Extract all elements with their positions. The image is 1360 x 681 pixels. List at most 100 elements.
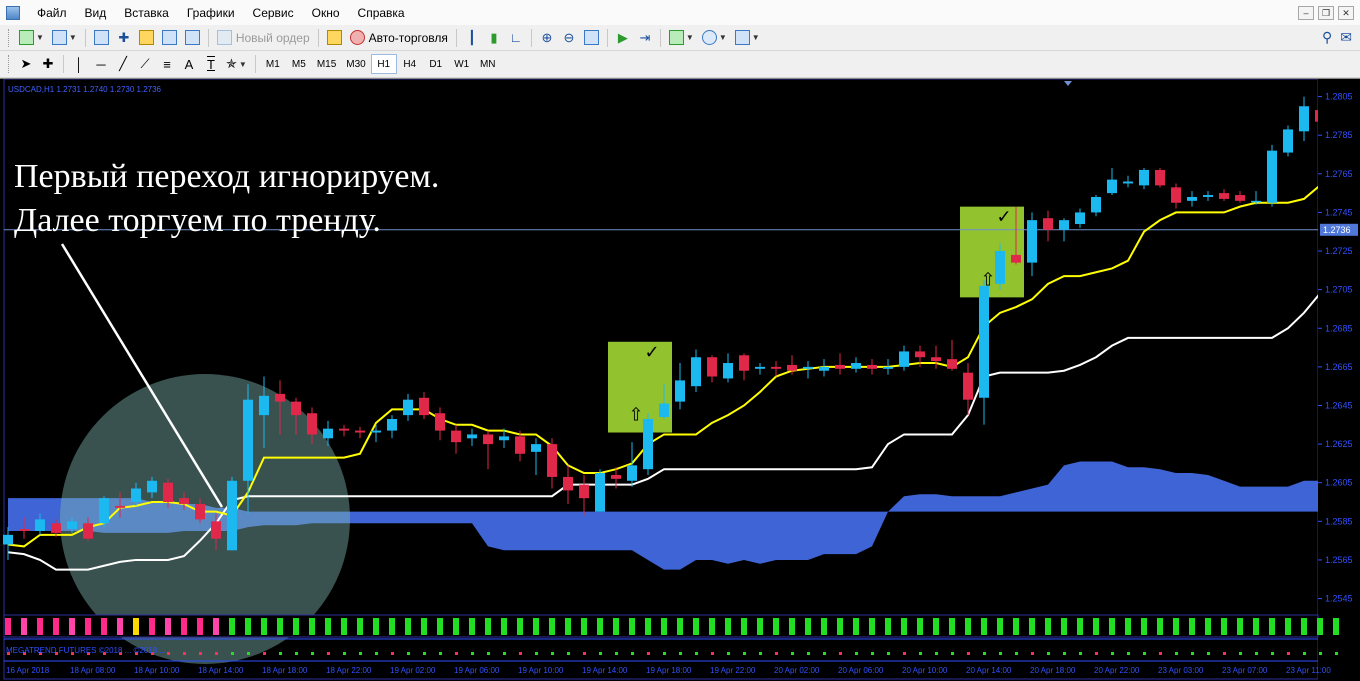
candle-body — [1155, 169, 1165, 186]
candle-chart-button[interactable]: ▮ — [483, 27, 505, 49]
menu-view[interactable]: Вид — [76, 0, 116, 26]
candle-body — [563, 476, 573, 491]
chart-shift-button[interactable]: ⇥ — [634, 27, 656, 49]
indicator-bar — [117, 618, 123, 635]
menu-insert[interactable]: Вставка — [115, 0, 178, 26]
market-watch-button[interactable] — [90, 27, 113, 49]
menu-window[interactable]: Окно — [303, 0, 349, 26]
indicators-button[interactable]: ▼ — [665, 27, 698, 49]
periods-button[interactable]: ▼ — [698, 27, 731, 49]
indicator-bar — [389, 618, 395, 635]
navigator-button[interactable] — [135, 27, 158, 49]
timeframe-h1[interactable]: H1 — [370, 54, 397, 74]
indicator-bar — [229, 618, 235, 635]
time-tick-label: 20 Apr 22:00 — [1094, 666, 1140, 675]
price-tick-label: 1.2745 — [1325, 207, 1353, 217]
chart-window[interactable]: ⇧ ✓ ⇧ ✓ 1.2805 1.2785 1.2765 1.2745 1.2725 1.2705… — [0, 78, 1360, 681]
indicator-bar — [613, 618, 619, 635]
candle-body — [3, 534, 13, 545]
terminal-button[interactable] — [158, 27, 181, 49]
app-icon — [6, 5, 20, 20]
zoom-out-button[interactable]: ⊖ — [558, 27, 580, 49]
candle-body — [195, 503, 205, 520]
cursor-button[interactable]: ➤ — [15, 53, 37, 75]
signal-dot — [1239, 652, 1242, 655]
profiles-button[interactable]: ▼ — [48, 27, 81, 49]
price-tick-label: 1.2805 — [1325, 92, 1353, 102]
timeframe-w1[interactable]: W1 — [449, 54, 475, 74]
restore-icon[interactable]: ❐ — [1318, 5, 1334, 20]
templates-button[interactable]: ▼ — [731, 27, 764, 49]
toolbar-separator — [207, 28, 209, 47]
signal-dot — [631, 652, 634, 655]
price-tick-label: 1.2725 — [1325, 246, 1353, 256]
auto-trading-button[interactable]: Авто-торговля — [346, 27, 452, 49]
autoscroll-button[interactable]: ▶ — [612, 27, 634, 49]
timeframe-m5[interactable]: M5 — [286, 54, 312, 74]
candle-body — [1251, 200, 1261, 203]
close-icon[interactable]: ✕ — [1338, 5, 1354, 20]
crosshair-button[interactable]: ✚ — [37, 53, 59, 75]
data-window-button[interactable]: ✚ — [113, 27, 135, 49]
time-tick-label: 19 Apr 22:00 — [710, 666, 756, 675]
chevron-down-icon: ▼ — [751, 33, 760, 42]
search-icon[interactable]: ⚲ — [1322, 29, 1332, 46]
menu-charts[interactable]: Графики — [178, 0, 244, 26]
signal-dot — [903, 652, 906, 655]
signal-dot — [1207, 652, 1210, 655]
candle-body — [851, 363, 861, 369]
timeframe-h4[interactable]: H4 — [397, 54, 423, 74]
signal-dot — [199, 652, 202, 655]
candle-body — [979, 285, 989, 398]
candle-body — [227, 480, 237, 551]
timeframe-mn[interactable]: MN — [475, 54, 501, 74]
tile-windows-icon — [583, 30, 599, 45]
metaeditor-button[interactable] — [323, 27, 346, 49]
bar-chart-button[interactable]: ┃ — [461, 27, 483, 49]
candle-body — [1267, 150, 1277, 203]
timeframe-m1[interactable]: M1 — [260, 54, 286, 74]
text-tool-button[interactable]: A — [178, 53, 200, 75]
signal-dot — [1303, 652, 1306, 655]
indicator-bar — [5, 618, 11, 635]
zoom-in-button[interactable]: ⊕ — [536, 27, 558, 49]
fibo-button[interactable]: ≡ — [156, 53, 178, 75]
channel-button[interactable]: ⟋ — [134, 53, 156, 75]
horizontal-line-button[interactable]: ─ — [90, 53, 112, 75]
new-chart-button[interactable]: ▼ — [15, 27, 48, 49]
shapes-button[interactable]: ✯ ▼ — [222, 53, 251, 75]
toolbar-separator — [659, 28, 661, 47]
menu-tools[interactable]: Сервис — [244, 0, 303, 26]
candle-body — [163, 482, 173, 503]
timeframe-m15[interactable]: M15 — [312, 54, 341, 74]
signal-dot — [1255, 652, 1258, 655]
new-order-button[interactable]: Новый ордер — [213, 27, 314, 49]
auto-trading-icon — [349, 30, 365, 45]
vertical-line-button[interactable]: │ — [68, 53, 90, 75]
signal-dot — [487, 652, 490, 655]
label-tool-button[interactable]: T — [200, 53, 222, 75]
signal-dot — [855, 652, 858, 655]
time-tick-label: 19 Apr 06:00 — [454, 666, 500, 675]
trendline-button[interactable]: ╱ — [112, 53, 134, 75]
indicator-bar — [597, 618, 603, 635]
chevron-down-icon: ▼ — [68, 33, 77, 42]
candle-body — [211, 521, 221, 539]
indicator-bar — [629, 618, 635, 635]
timeframe-m30[interactable]: M30 — [341, 54, 370, 74]
chat-icon[interactable]: ✉ — [1340, 29, 1352, 46]
menu-help[interactable]: Справка — [349, 0, 414, 26]
menu-file[interactable]: Файл — [28, 0, 76, 26]
signal-dot — [1159, 652, 1162, 655]
timeframe-d1[interactable]: D1 — [423, 54, 449, 74]
signal-dot — [1047, 652, 1050, 655]
strategy-tester-button[interactable] — [181, 27, 204, 49]
time-tick-label: 18 Apr 22:00 — [326, 666, 372, 675]
indicator-bar — [1013, 618, 1019, 635]
zoom-out-icon: ⊖ — [563, 29, 575, 45]
tile-windows-button[interactable] — [580, 27, 603, 49]
time-tick-label: 20 Apr 10:00 — [902, 666, 948, 675]
minimize-icon[interactable]: – — [1298, 5, 1314, 20]
line-chart-button[interactable]: ∟ — [505, 27, 527, 49]
signal-dot — [807, 652, 810, 655]
